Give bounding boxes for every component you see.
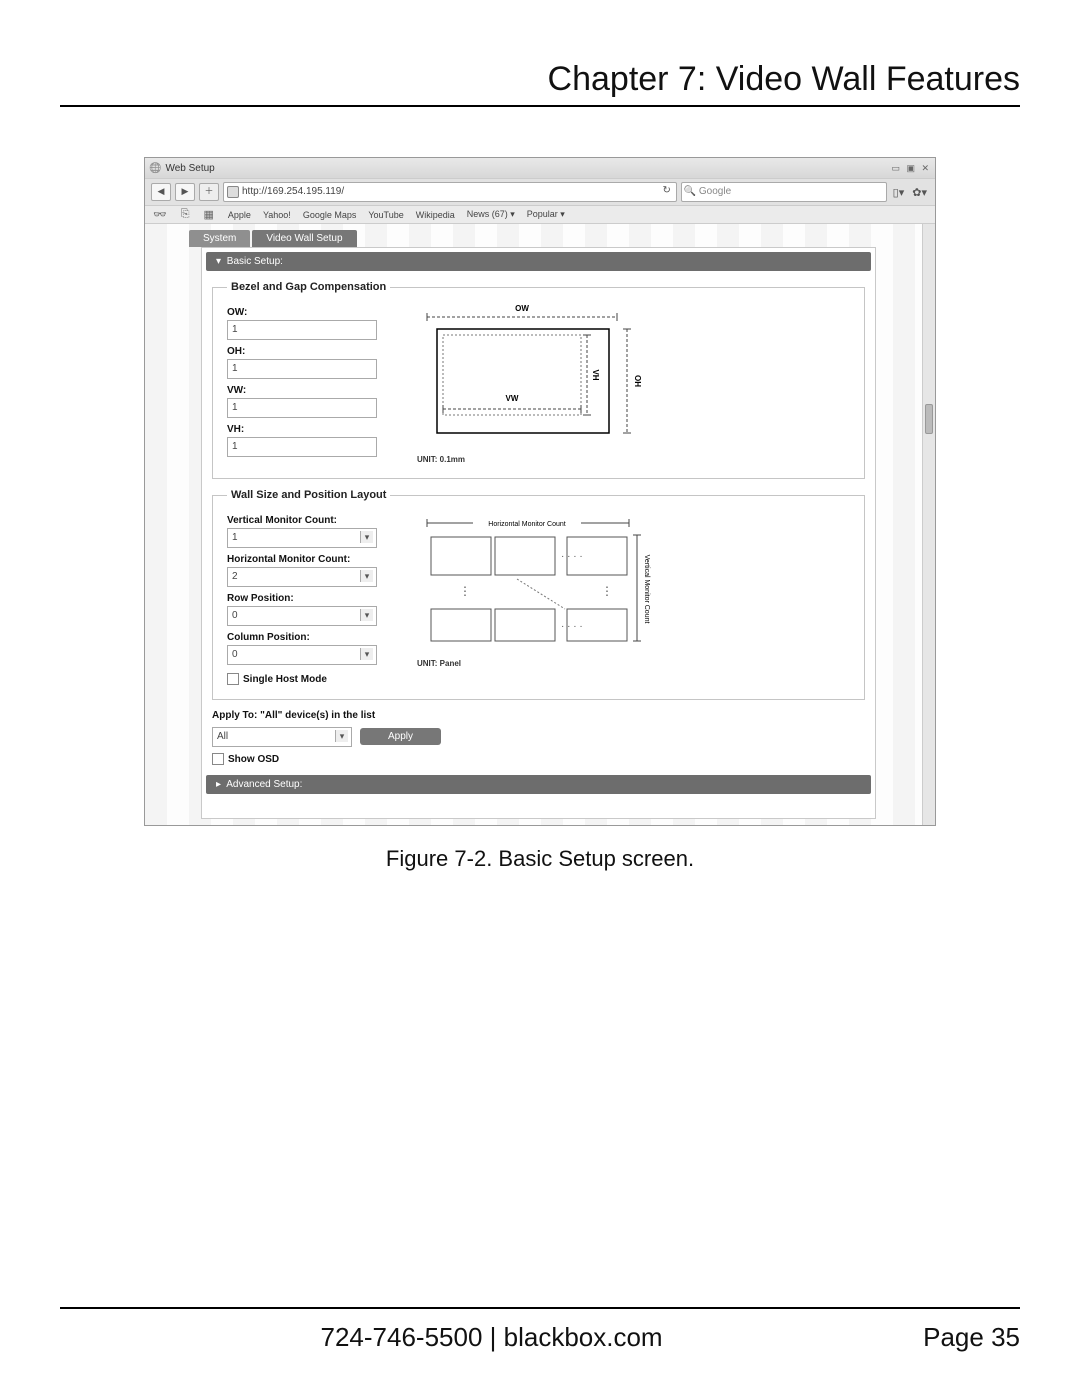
search-input[interactable]: 🔍 Google: [681, 182, 887, 202]
bookmark-wikipedia[interactable]: Wikipedia: [416, 210, 455, 220]
svg-text:⋮: ⋮: [601, 584, 613, 598]
vw-label: VW:: [227, 385, 397, 396]
chevron-down-icon: ▾: [335, 730, 348, 742]
forward-button[interactable]: ▶: [175, 183, 195, 201]
hcount-label: Horizontal Monitor Count:: [227, 554, 397, 565]
bookmark-yahoo[interactable]: Yahoo!: [263, 210, 291, 220]
vh-label: VH:: [227, 424, 397, 435]
checkbox-icon: [212, 753, 224, 765]
vw-input[interactable]: 1: [227, 398, 377, 418]
scrollbar[interactable]: [922, 224, 935, 825]
chevron-down-icon: ▾: [360, 609, 373, 621]
footer-contact: 724-746-5500 | blackbox.com: [60, 1322, 923, 1353]
layout-unit: UNIT: Panel: [417, 659, 850, 668]
oh-label: OH:: [227, 346, 397, 357]
diag-ow-label: OW: [515, 304, 529, 313]
browser-toolbar: ◀ ▶ ＋ http://169.254.195.119/ ↻ 🔍 Google…: [145, 178, 935, 206]
bookmark-apple[interactable]: Apple: [228, 210, 251, 220]
config-panel: ▾ Basic Setup: Bezel and Gap Compensatio…: [201, 247, 876, 819]
chapter-title: Chapter 7: Video Wall Features: [60, 60, 1020, 107]
show-osd-checkbox[interactable]: Show OSD: [212, 753, 865, 765]
diag-vh-label: VH: [591, 369, 600, 380]
chevron-down-icon: ▾: [360, 570, 373, 582]
tab-video-wall[interactable]: Video Wall Setup: [252, 230, 356, 247]
checkbox-icon: [227, 673, 239, 685]
diag-vcount-label: Vertical Monitor Count: [643, 555, 650, 624]
apply-target-select[interactable]: All ▾: [212, 727, 352, 747]
colpos-select[interactable]: 0▾: [227, 645, 377, 665]
ow-label: OW:: [227, 307, 397, 318]
tab-system[interactable]: System: [189, 230, 250, 247]
diag-hcount-label: Horizontal Monitor Count: [488, 521, 565, 528]
reading-list-icon[interactable]: ⎘: [181, 208, 190, 221]
footer-page: Page 35: [923, 1322, 1020, 1353]
layout-diagram: Horizontal Monitor Count Vertical Monito…: [417, 509, 850, 685]
globe-icon: 🌐: [149, 163, 161, 174]
search-placeholder: Google: [699, 186, 731, 197]
chevron-down-icon: ▾: [216, 256, 224, 267]
window-titlebar: 🌐 Web Setup ▭ ▣ ✕: [145, 158, 935, 178]
chevron-down-icon: ▾: [360, 531, 373, 543]
apply-section: Apply To: "All" device(s) in the list Al…: [212, 710, 865, 765]
figure-caption: Figure 7-2. Basic Setup screen.: [386, 846, 694, 872]
accordion-advanced[interactable]: ▸ Advanced Setup:: [206, 775, 871, 794]
svg-text:· · · ·: · · · ·: [561, 551, 583, 562]
bookmark-youtube[interactable]: YouTube: [368, 210, 403, 220]
rowpos-select[interactable]: 0▾: [227, 606, 377, 626]
bezel-group: Bezel and Gap Compensation OW: 1 OH: 1 V…: [212, 281, 865, 479]
accordion-basic[interactable]: ▾ Basic Setup:: [206, 252, 871, 271]
gear-icon[interactable]: ✿▾: [910, 186, 929, 199]
ow-input[interactable]: 1: [227, 320, 377, 340]
diag-oh-label: OH: [633, 375, 642, 387]
layout-legend: Wall Size and Position Layout: [227, 489, 390, 501]
top-sites-icon[interactable]: ▦: [204, 208, 214, 221]
bezel-unit: UNIT: 0.1mm: [417, 455, 850, 464]
vcount-select[interactable]: 1▾: [227, 528, 377, 548]
page-icon[interactable]: ▯▾: [891, 186, 907, 199]
footer-rule: [60, 1307, 1020, 1309]
apply-button[interactable]: Apply: [360, 728, 441, 745]
rowpos-label: Row Position:: [227, 593, 397, 604]
vcount-label: Vertical Monitor Count:: [227, 515, 397, 526]
bookmark-news[interactable]: News (67) ▾: [467, 209, 515, 220]
svg-text:⋮: ⋮: [459, 584, 471, 598]
bezel-diagram: OW OH: [417, 301, 850, 464]
reload-icon[interactable]: ↻: [661, 185, 673, 197]
bookmarks-bar: 👓 ⎘ ▦ Apple Yahoo! Google Maps YouTube W…: [145, 206, 935, 224]
single-host-checkbox[interactable]: Single Host Mode: [227, 673, 397, 685]
layout-group: Wall Size and Position Layout Vertical M…: [212, 489, 865, 700]
chevron-down-icon: ▾: [360, 648, 373, 660]
chevron-right-icon: ▸: [216, 779, 224, 790]
add-tab-button[interactable]: ＋: [199, 183, 219, 201]
svg-text:· · · ·: · · · ·: [561, 621, 583, 632]
window-title: Web Setup: [165, 163, 214, 174]
url-text: http://169.254.195.119/: [242, 186, 344, 197]
bookmark-gmaps[interactable]: Google Maps: [303, 210, 357, 220]
back-button[interactable]: ◀: [151, 183, 171, 201]
bezel-legend: Bezel and Gap Compensation: [227, 281, 390, 293]
scrollbar-thumb[interactable]: [925, 404, 933, 434]
window-controls-icon[interactable]: ▭ ▣ ✕: [887, 163, 931, 174]
bookmark-popular[interactable]: Popular ▾: [527, 209, 565, 220]
browser-window: 🌐 Web Setup ▭ ▣ ✕ ◀ ▶ ＋ http://169.254.1…: [144, 157, 936, 826]
diag-vw-label: VW: [506, 394, 519, 403]
address-bar[interactable]: http://169.254.195.119/ ↻: [223, 182, 677, 202]
hcount-select[interactable]: 2▾: [227, 567, 377, 587]
oh-input[interactable]: 1: [227, 359, 377, 379]
vh-input[interactable]: 1: [227, 437, 377, 457]
glasses-icon[interactable]: 👓: [153, 208, 167, 221]
colpos-label: Column Position:: [227, 632, 397, 643]
apply-heading: Apply To: "All" device(s) in the list: [212, 710, 865, 721]
